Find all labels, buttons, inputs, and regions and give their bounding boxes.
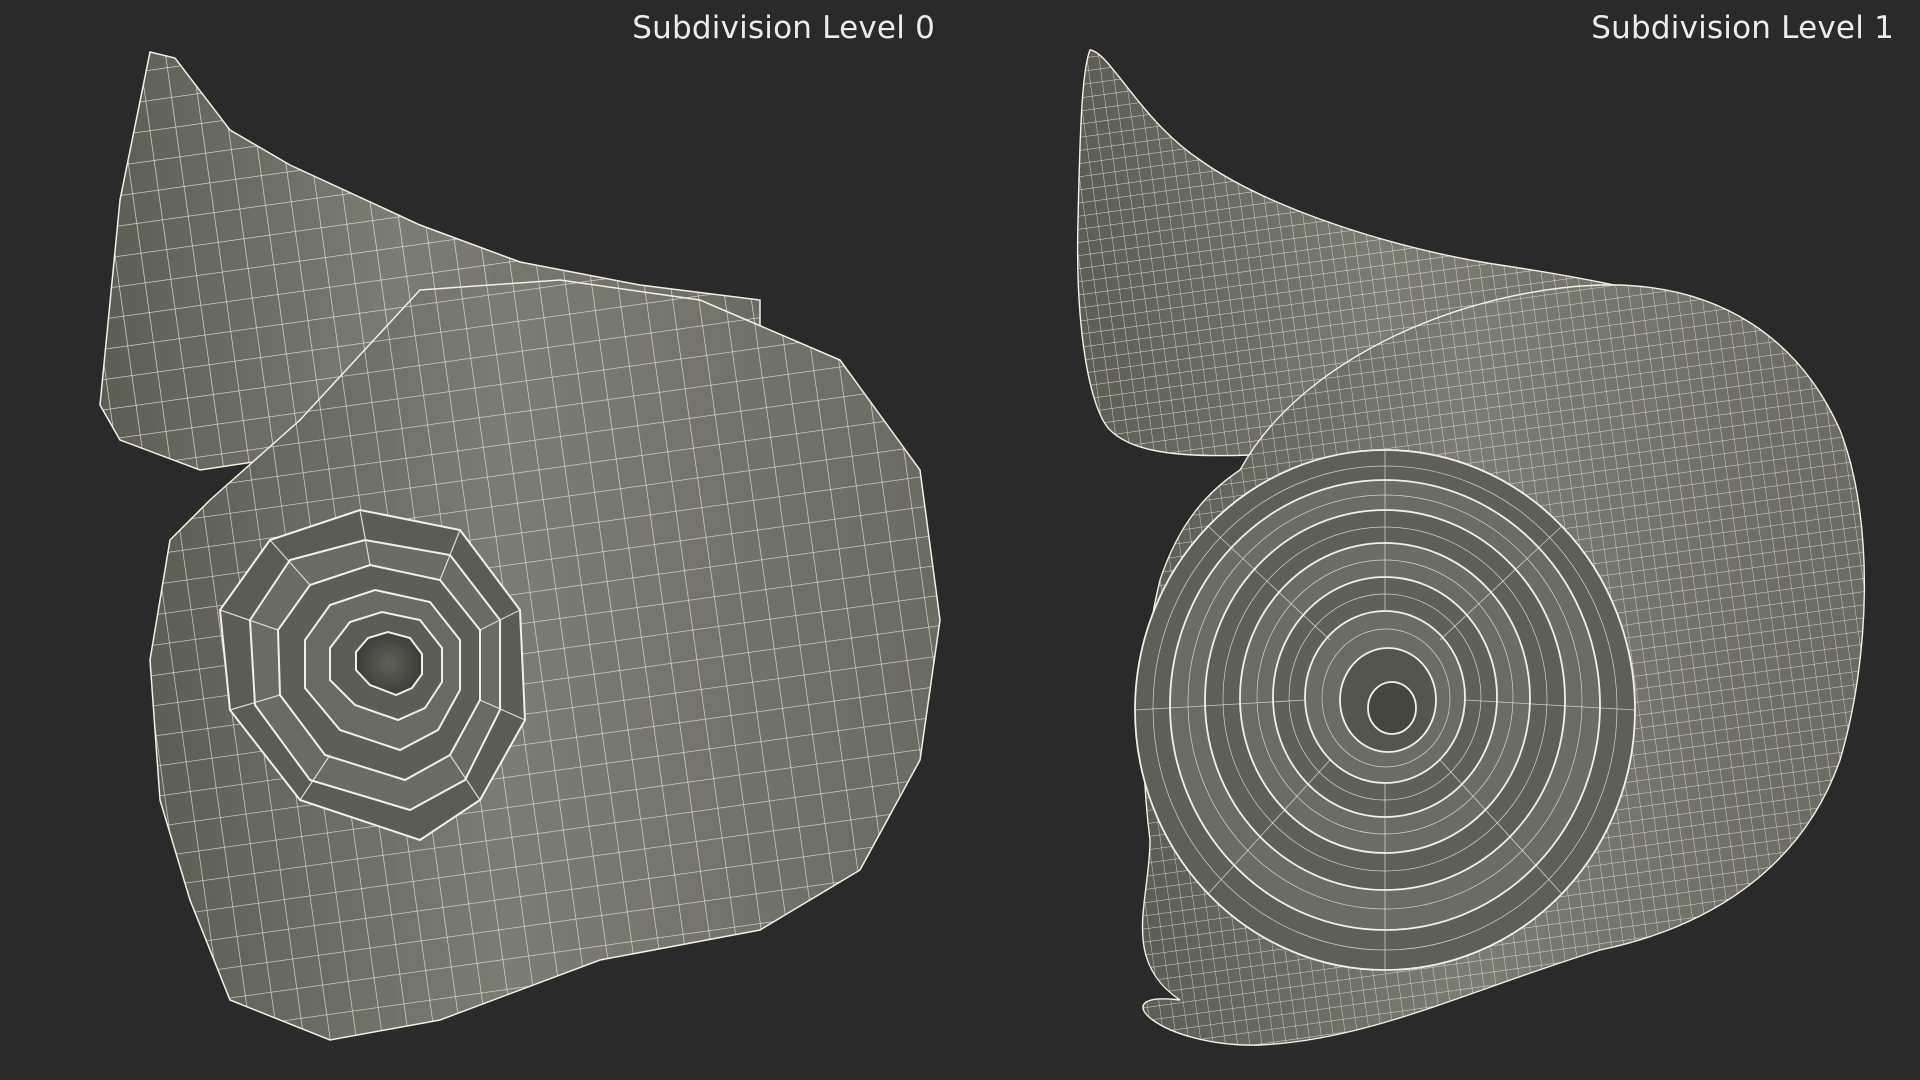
viewport: Subdivision Level 0 Subdivision Level 1 [0, 0, 1920, 1080]
mesh-model-level-1 [1076, 49, 1866, 1046]
panel-label-level-0: Subdivision Level 0 [632, 10, 935, 46]
render-canvas [99, 49, 1866, 1046]
mesh-model-level-0 [99, 51, 941, 1041]
panel-label-level-1: Subdivision Level 1 [1591, 10, 1894, 46]
